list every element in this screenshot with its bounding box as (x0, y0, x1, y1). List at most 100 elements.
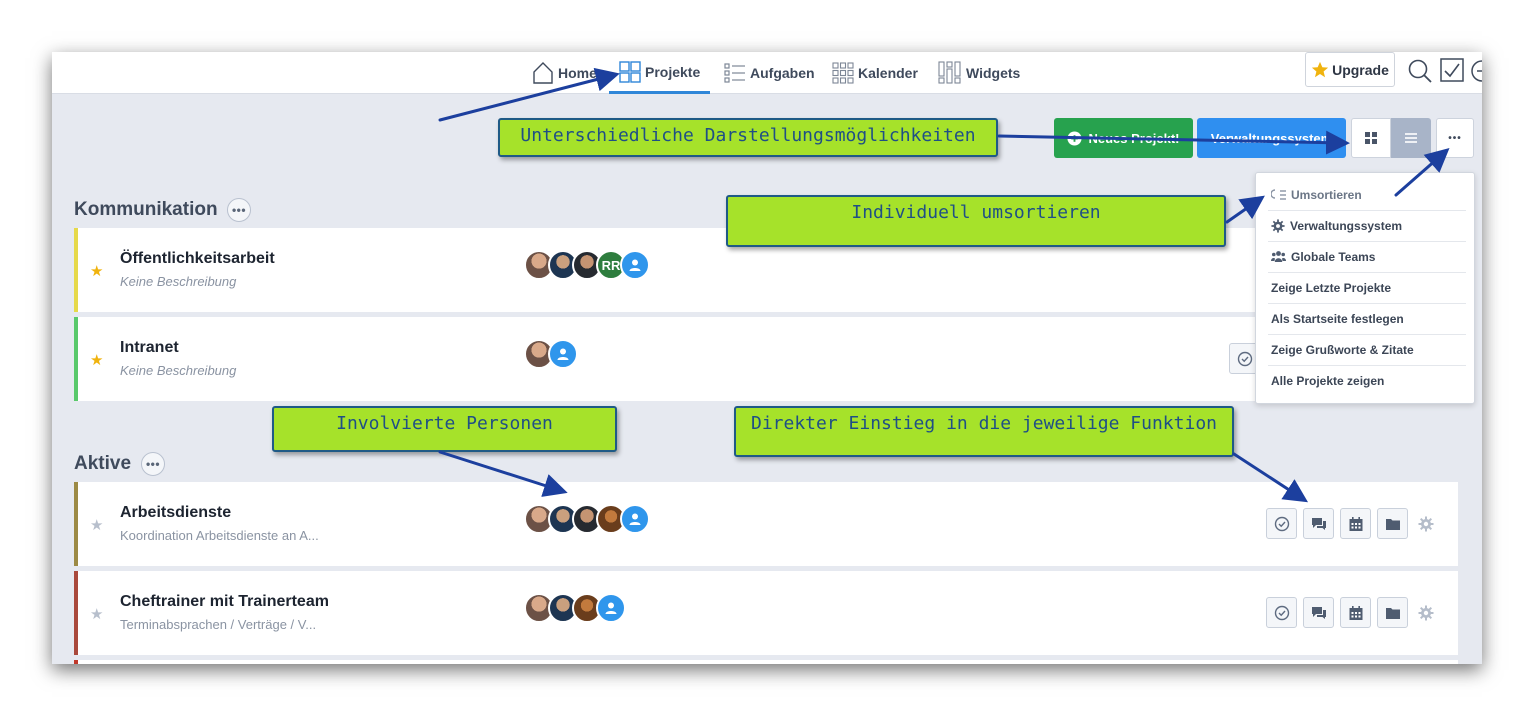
menu-item-globale-teams[interactable]: Globale Teams (1256, 241, 1475, 272)
menu-item-umsortieren[interactable]: Umsortieren (1256, 179, 1475, 210)
calendar-icon (1349, 516, 1362, 531)
menu-item-label: Alle Projekte zeigen (1271, 373, 1385, 388)
admin-system-button[interactable]: Verwaltungssystem (1197, 118, 1346, 158)
new-project-button[interactable]: Neues Projekt! (1054, 118, 1193, 158)
section-options-aktive[interactable]: ••• (141, 452, 165, 476)
gear-icon (1418, 605, 1434, 620)
admin-system-label: Verwaltungssystem (1210, 130, 1333, 146)
favorite-star-icon[interactable]: ★ (90, 605, 103, 623)
grid-view-button[interactable] (1351, 118, 1391, 158)
project-members (524, 593, 626, 623)
user-avatar-icon[interactable] (620, 504, 650, 534)
menu-item-label: Als Startseite festlegen (1271, 311, 1404, 326)
section-options-kommunikation[interactable]: ••• (227, 198, 251, 222)
gear-icon (1271, 218, 1285, 233)
nav-home-label: Home (558, 65, 597, 81)
add-circle-icon[interactable] (1471, 59, 1482, 83)
favorite-star-icon[interactable]: ★ (90, 262, 103, 280)
project-card[interactable]: ★ Arbeitsdienste Koordination Arbeitsdie… (74, 482, 1458, 566)
user-avatar-icon[interactable] (548, 339, 578, 369)
user-avatar-icon[interactable] (620, 250, 650, 280)
menu-item-label: Verwaltungssystem (1290, 218, 1403, 233)
project-title[interactable]: Arbeitsdienste (120, 504, 231, 522)
calendar-grid-icon (832, 62, 854, 84)
project-title[interactable]: Öffentlichkeitsarbeit (120, 250, 275, 268)
grid-icon (619, 60, 641, 83)
nav-widgets-label: Widgets (966, 65, 1021, 81)
project-description: Koordination Arbeitsdienste an A... (120, 528, 319, 543)
menu-item-letzte-projekte[interactable]: Zeige Letzte Projekte (1256, 272, 1475, 303)
tasks-button[interactable] (1266, 508, 1297, 539)
widgets-icon (938, 61, 961, 84)
menu-item-alle-projekte[interactable]: Alle Projekte zeigen (1256, 365, 1475, 396)
project-title[interactable]: Cheftrainer mit Trainerteam (120, 593, 329, 611)
chat-icon (1311, 606, 1326, 619)
files-button[interactable] (1377, 508, 1408, 539)
nav-projekte-label: Projekte (645, 63, 701, 80)
project-title[interactable]: Intranet (120, 339, 179, 357)
list-icon (724, 63, 745, 83)
upgrade-label: Upgrade (1332, 61, 1389, 78)
project-card[interactable] (74, 660, 1458, 664)
menu-item-label: Zeige Letzte Projekte (1271, 280, 1392, 295)
nav-aufgaben[interactable]: Aufgaben (724, 52, 815, 94)
gear-icon (1418, 516, 1434, 531)
project-function-icons (1266, 508, 1438, 539)
search-icon[interactable] (1407, 58, 1433, 84)
project-card[interactable]: ★ Cheftrainer mit Trainerteam Terminabsp… (74, 571, 1458, 655)
tiles-icon (1365, 132, 1377, 144)
check-circle-icon (1237, 351, 1252, 366)
project-settings-button[interactable] (1414, 508, 1438, 539)
check-circle-icon (1274, 516, 1289, 531)
callout-people: Involvierte Personen (272, 406, 617, 452)
star-icon (1311, 61, 1329, 77)
nav-home[interactable]: Home (532, 52, 597, 94)
calendar-button[interactable] (1340, 508, 1371, 539)
callout-sort: Individuell umsortieren (726, 195, 1226, 247)
sort-icon (1271, 188, 1286, 200)
folder-icon (1385, 607, 1400, 619)
project-settings-button[interactable] (1414, 597, 1438, 628)
calendar-icon (1349, 605, 1362, 620)
app-window: Home Projekte Aufgaben Kalender Widgets … (52, 52, 1482, 664)
more-options-button[interactable]: ••• (1436, 118, 1474, 158)
project-function-icons (1266, 597, 1438, 628)
section-title-aktive: Aktive (74, 453, 132, 474)
chat-button[interactable] (1303, 597, 1334, 628)
menu-item-grussworte[interactable]: Zeige Grußworte & Zitate (1256, 334, 1475, 365)
favorite-star-icon[interactable]: ★ (90, 351, 103, 369)
menu-item-label: Zeige Grußworte & Zitate (1271, 342, 1414, 357)
nav-kalender-label: Kalender (858, 65, 918, 81)
favorite-star-icon[interactable]: ★ (90, 516, 103, 534)
nav-kalender[interactable]: Kalender (832, 52, 918, 94)
check-circle-icon (1274, 605, 1289, 620)
menu-item-label: Globale Teams (1291, 249, 1376, 264)
project-description: Keine Beschreibung (120, 363, 237, 378)
project-members (524, 339, 578, 369)
menu-item-verwaltungssystem[interactable]: Verwaltungssystem (1256, 210, 1475, 241)
nav-widgets[interactable]: Widgets (938, 52, 1020, 94)
team-icon (1271, 251, 1286, 262)
calendar-button[interactable] (1340, 597, 1371, 628)
task-check-icon[interactable] (1440, 58, 1464, 82)
options-dropdown-menu: Umsortieren Verwaltungssystem Globale Te… (1255, 172, 1475, 404)
project-description: Terminabsprachen / Verträge / V... (120, 617, 317, 632)
nav-projekte[interactable]: Projekte (609, 52, 710, 94)
chat-icon (1311, 517, 1326, 530)
menu-item-label: Umsortieren (1291, 187, 1362, 202)
list-lines-icon (1405, 133, 1417, 143)
more-options-dots: ••• (1448, 132, 1462, 144)
tasks-button[interactable] (1266, 597, 1297, 628)
project-card[interactable]: ★ Intranet Keine Beschreibung (74, 317, 1458, 401)
top-navigation-bar: Home Projekte Aufgaben Kalender Widgets … (52, 52, 1482, 94)
user-avatar-icon[interactable] (596, 593, 626, 623)
project-description: Keine Beschreibung (120, 274, 237, 289)
project-members (524, 504, 650, 534)
folder-icon (1385, 518, 1400, 530)
upgrade-button[interactable]: Upgrade (1305, 52, 1395, 87)
list-view-button[interactable] (1391, 118, 1431, 158)
section-title-kommunikation: Kommunikation (74, 199, 218, 220)
files-button[interactable] (1377, 597, 1408, 628)
menu-item-startseite[interactable]: Als Startseite festlegen (1256, 303, 1475, 334)
chat-button[interactable] (1303, 508, 1334, 539)
